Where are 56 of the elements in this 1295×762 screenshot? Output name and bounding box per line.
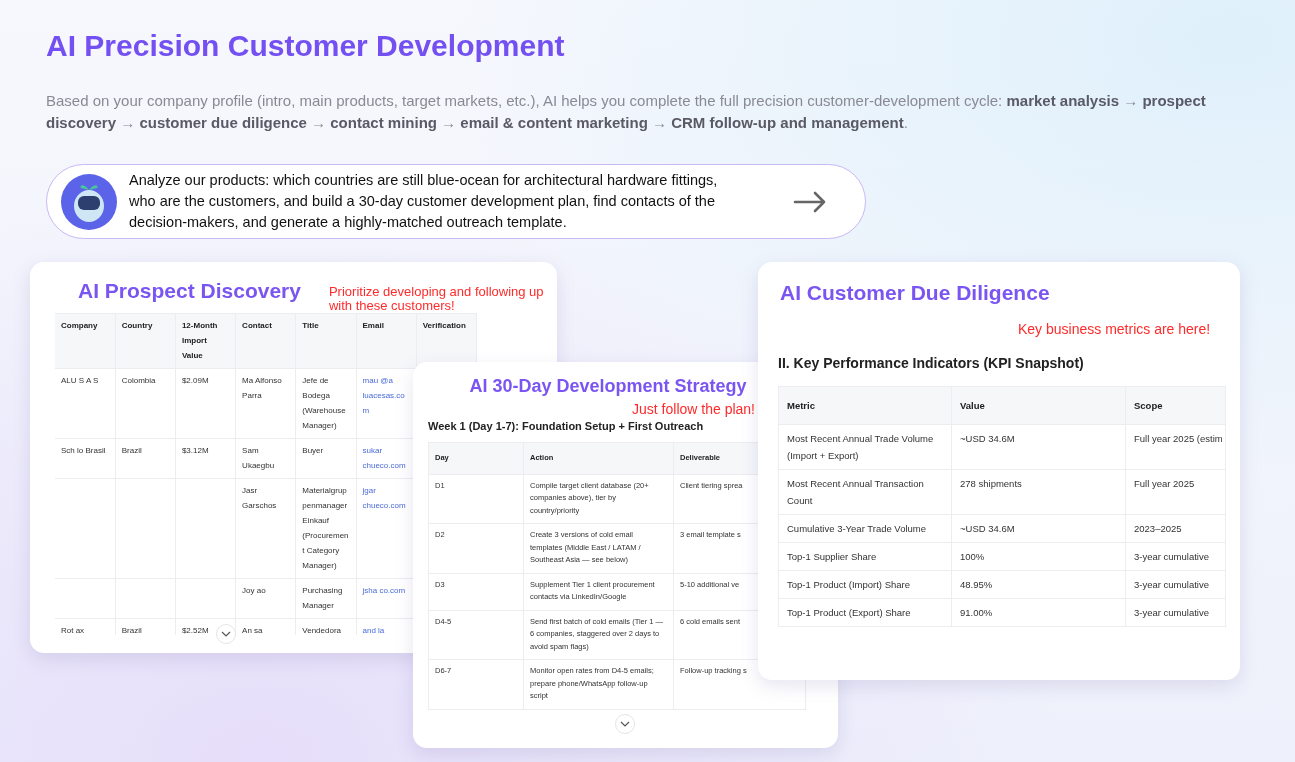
card-title: AI Customer Due Diligence [780, 280, 1051, 306]
chevron-down-icon [221, 631, 231, 637]
column-header: Value [951, 386, 1126, 425]
table-cell: Cumulative 3-Year Trade Volume [778, 514, 952, 543]
table-cell: Purchasing Manager [295, 578, 356, 619]
table-cell: Sch lo Brasil [55, 438, 116, 479]
annotation-text: Prioritize developing and following up with these customers! [328, 285, 545, 313]
column-header: Email [356, 313, 417, 369]
column-header: 12-Month Import Value [175, 313, 236, 369]
annotation-text: Key business metrics are here! [1018, 321, 1212, 338]
table-cell: Most Recent Annual Transaction Count [778, 469, 952, 515]
table-cell: 3-year cumulative [1125, 542, 1226, 571]
table-cell: Ma Alfonso Parra [235, 368, 296, 439]
table-cell: 2023–2025 [1125, 514, 1226, 543]
table-cell: Joy ao [235, 578, 296, 619]
table-cell: 278 shipments [951, 469, 1126, 515]
column-header: Scope [1125, 386, 1226, 425]
table-cell: 91.00% [951, 598, 1126, 627]
column-header: Company [55, 313, 116, 369]
table-cell: ALU S A S [55, 368, 116, 439]
table-cell: ~USD 34.6M [951, 514, 1126, 543]
arrow-right-icon[interactable] [793, 190, 827, 213]
table-cell: 3-year cumulative [1125, 570, 1226, 599]
annotation-text: Just follow the plan! [631, 400, 755, 417]
table-cell: Buyer [295, 438, 356, 479]
table-cell: 3-year cumulative [1125, 598, 1226, 627]
column-header: Country [115, 313, 176, 369]
table-cell: Sam Ukaegbu [235, 438, 296, 479]
table-cell: Brazil [115, 438, 176, 479]
table-cell: ~USD 34.6M [951, 424, 1126, 470]
table-cell: Full year 2025 (estim [1125, 424, 1226, 470]
section-heading: Week 1 (Day 1-7): Foundation Setup + First Outreach [428, 418, 705, 434]
table-cell: Top-1 Supplier Share [778, 542, 952, 571]
prompt-text: Analyze our products: which countries are still blue-ocean for architectural hardware fittings, who are the customers, and build a 30-day customer development plan, find contacts of the decision-makers, and generate a highly-matched outreach template. [129, 171, 719, 232]
column-header: Metric [778, 386, 952, 425]
column-header: Contact [235, 313, 296, 369]
table-cell: Top-1 Product (Export) Share [778, 598, 952, 627]
card-title: AI 30-Day Development Strategy [468, 376, 748, 398]
table-cell: Top-1 Product (Import) Share [778, 570, 952, 599]
table-cell: Colombia [115, 368, 176, 439]
table-cell: Jefe de Bodega (Warehouse Manager) [295, 368, 356, 439]
intro-paragraph: Based on your company profile (intro, main products, target markets, etc.), AI helps you complete the full precision customer-development cycle: market analysis → prospect discovery → customer due diligence → contact mining → email & content marketing → CRM follow-up and management. [46, 91, 1207, 133]
page-title: AI Precision Customer Development [46, 28, 566, 64]
table-cell: Materialgruppenmanager Einkauf (Procurement Category Manager) [295, 478, 356, 579]
table-cell: $3.12M [175, 438, 236, 479]
table-cell: Full year 2025 [1125, 469, 1226, 515]
chevron-down-icon [620, 721, 630, 727]
table-cell: 48.95% [951, 570, 1126, 599]
table-cell: 100% [951, 542, 1126, 571]
column-header: Title [295, 313, 356, 369]
table-cell: Jasr Garschos [235, 478, 296, 579]
card-title: AI Prospect Discovery [78, 278, 301, 304]
robot-avatar-icon [61, 173, 117, 230]
section-heading: II. Key Performance Indicators (KPI Snapshot) [778, 354, 1085, 374]
table-cell: Most Recent Annual Trade Volume (Import + Export) [778, 424, 952, 470]
table-cell: $2.09M [175, 368, 236, 439]
